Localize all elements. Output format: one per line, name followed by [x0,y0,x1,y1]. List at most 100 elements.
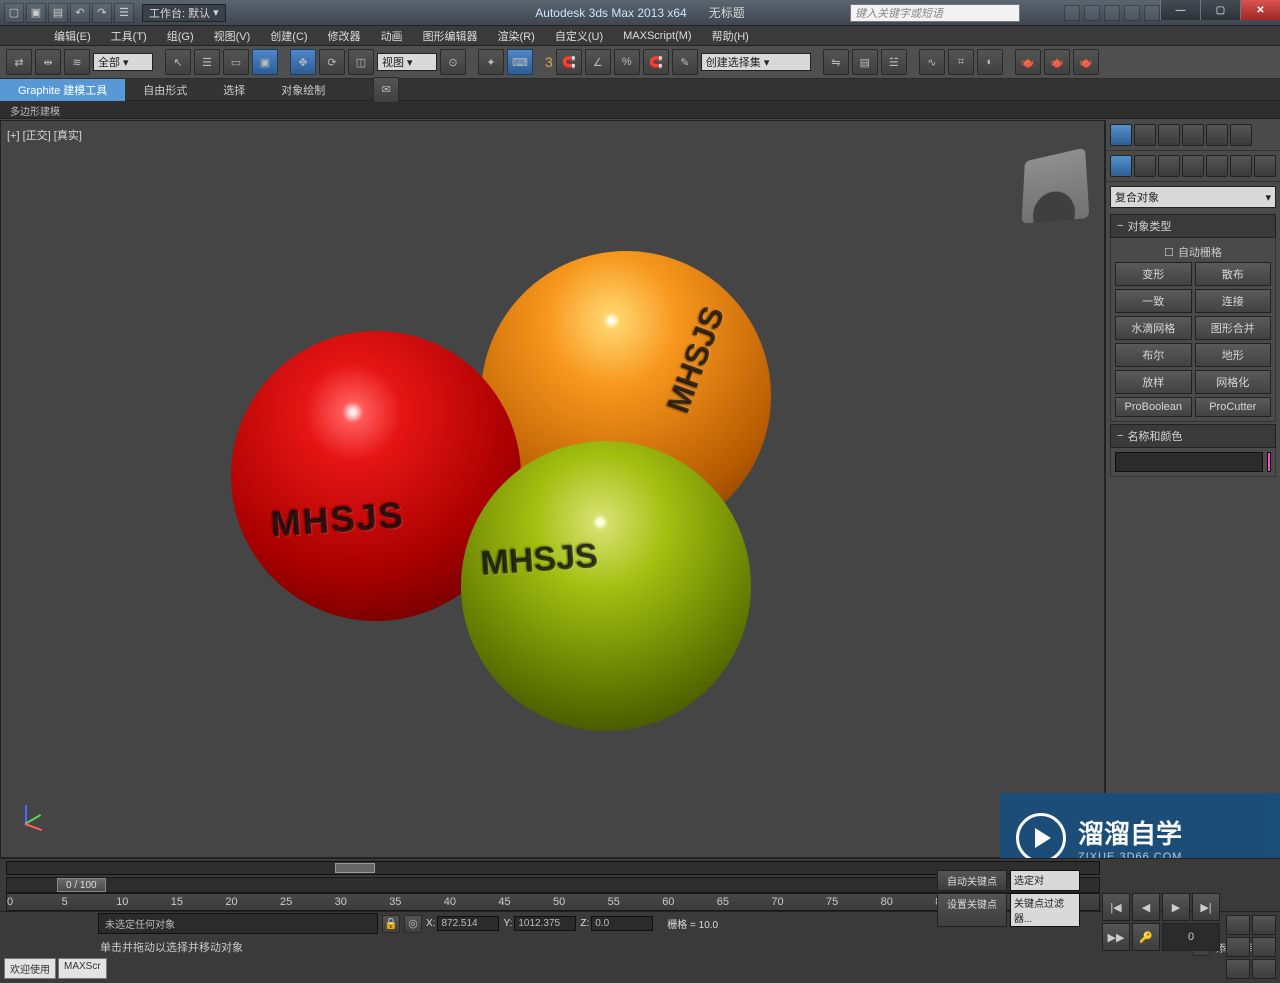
shapes-icon[interactable] [1134,155,1156,177]
bind-spacewarp-icon[interactable]: ≋ [64,49,90,75]
menu-create[interactable]: 创建(C) [260,25,317,47]
render-setup-icon[interactable]: 🫖 [1015,49,1041,75]
layers-icon[interactable]: ☱ [881,49,907,75]
isolate-icon[interactable]: ◎ [404,915,422,933]
btn-blobmesh[interactable]: 水滴网格 [1115,316,1192,340]
percent-snap-icon[interactable]: % [614,49,640,75]
key-filters-button[interactable]: 关键点过滤器... [1010,893,1080,927]
play-icon[interactable]: ▶ [1162,893,1190,921]
named-selection-dropdown[interactable]: 创建选择集 ▾ [701,53,811,71]
cameras-icon[interactable] [1182,155,1204,177]
menu-help[interactable]: 帮助(H) [702,25,759,47]
name-color-header[interactable]: − 名称和颜色 [1110,424,1276,448]
menu-edit[interactable]: 编辑(E) [44,25,101,47]
tab-graphite[interactable]: Graphite 建模工具 [0,79,125,101]
btn-scatter[interactable]: 散布 [1195,262,1272,286]
auto-grid-checkbox[interactable]: ☐ 自动栅格 [1115,242,1271,262]
mirror-icon[interactable]: ⇋ [823,49,849,75]
render-production-icon[interactable]: 🫖 [1073,49,1099,75]
lock-selection-icon[interactable]: 🔒 [382,915,400,933]
systems-icon[interactable] [1254,155,1276,177]
current-frame-input[interactable]: 0 [1162,923,1220,951]
time-slider[interactable]: 0 / 100 [6,877,1100,893]
set-key-button[interactable]: 设置关键点 [937,893,1007,927]
btn-connect[interactable]: 连接 [1195,289,1272,313]
coord-z-value[interactable]: 0.0 [591,916,653,931]
goto-end-icon[interactable]: ▶▶ [1102,923,1130,951]
menu-rendering[interactable]: 渲染(R) [488,25,545,47]
select-icon[interactable]: ↖ [165,49,191,75]
edit-named-selection-icon[interactable]: ✎ [672,49,698,75]
spacewarps-icon[interactable] [1230,155,1252,177]
motion-tab-icon[interactable] [1182,124,1204,146]
auto-key-button[interactable]: 自动关键点 [937,870,1007,891]
schematic-view-icon[interactable]: ⌗ [948,49,974,75]
link-icon[interactable]: ⇄ [6,49,32,75]
coord-x-value[interactable]: 872.514 [437,916,499,931]
rendered-frame-icon[interactable]: 🫖 [1044,49,1070,75]
minimize-button[interactable]: — [1160,0,1200,20]
create-tab-icon[interactable] [1110,124,1132,146]
utilities-tab-icon[interactable] [1230,124,1252,146]
listener-welcome[interactable]: 欢迎使用 [4,958,56,979]
object-type-header[interactable]: − 对象类型 [1110,214,1276,238]
object-name-input[interactable] [1115,452,1263,472]
save-file-icon[interactable]: ▤ [48,3,68,23]
menu-modifiers[interactable]: 修改器 [318,25,371,47]
menu-views[interactable]: 视图(V) [204,25,261,47]
tab-object-paint[interactable]: 对象绘制 [263,79,343,101]
material-editor-icon[interactable]: ◐ [977,49,1003,75]
time-slider-handle[interactable]: 0 / 100 [57,878,106,892]
next-frame-icon[interactable]: ▶| [1192,893,1220,921]
menu-tools[interactable]: 工具(T) [101,25,157,47]
pan-icon[interactable] [1226,959,1250,979]
btn-shapemerge[interactable]: 图形合并 [1195,316,1272,340]
menu-maxscript[interactable]: MAXScript(M) [613,27,701,45]
viewcube[interactable] [1022,148,1090,224]
key-mode-icon[interactable]: 🔑 [1132,923,1160,951]
subscription-icon[interactable] [1084,5,1100,21]
pivot-center-icon[interactable]: ⊙ [440,49,466,75]
btn-procutter[interactable]: ProCutter [1195,397,1272,417]
menu-graph-editors[interactable]: 图形编辑器 [413,25,488,47]
tab-freeform[interactable]: 自由形式 [125,79,205,101]
viewport-scroll-x[interactable] [6,861,1100,875]
btn-boolean[interactable]: 布尔 [1115,343,1192,367]
help-icon[interactable] [1144,5,1160,21]
curve-editor-icon[interactable]: ∿ [919,49,945,75]
scale-icon[interactable]: ◫ [348,49,374,75]
viewport-label[interactable]: [+] [正交] [真实] [7,127,82,143]
menu-animation[interactable]: 动画 [371,25,413,47]
unlink-icon[interactable]: ⇹ [35,49,61,75]
fov-icon[interactable] [1252,937,1276,957]
ribbon-mail-icon[interactable]: ✉ [373,77,399,103]
time-ruler[interactable]: 0 5 10 15 20 25 30 35 40 45 50 55 60 65 … [6,893,1100,911]
modify-tab-icon[interactable] [1134,124,1156,146]
sphere-green[interactable]: MHSJS [461,441,751,731]
snap-toggle-icon[interactable]: 🧲 [556,49,582,75]
object-color-swatch[interactable] [1267,452,1271,472]
workspace-dropdown[interactable]: 工作台: 默认 ▾ [142,4,226,22]
hierarchy-tab-icon[interactable] [1158,124,1180,146]
close-button[interactable]: ✕ [1240,0,1280,20]
spinner-snap-icon[interactable]: 🧲 [643,49,669,75]
zoom-extents-icon[interactable] [1226,937,1250,957]
btn-terrain[interactable]: 地形 [1195,343,1272,367]
listener-label[interactable]: MAXScr [58,958,107,979]
rotate-icon[interactable]: ⟳ [319,49,345,75]
btn-loft[interactable]: 放样 [1115,370,1192,394]
keyboard-shortcut-icon[interactable]: ⌨ [507,49,533,75]
goto-start-icon[interactable]: |◀ [1102,893,1130,921]
display-tab-icon[interactable] [1206,124,1228,146]
project-icon[interactable]: ☰ [114,3,134,23]
scroll-thumb[interactable] [335,863,375,873]
exchange-icon[interactable] [1104,5,1120,21]
coord-y-value[interactable]: 1012.375 [514,916,576,931]
open-file-icon[interactable]: ▣ [26,3,46,23]
new-file-icon[interactable]: ▢ [4,3,24,23]
favorites-icon[interactable] [1124,5,1140,21]
binoculars-icon[interactable] [1064,5,1080,21]
align-icon[interactable]: ▤ [852,49,878,75]
tab-selection[interactable]: 选择 [205,79,263,101]
rectangular-region-icon[interactable]: ▭ [223,49,249,75]
